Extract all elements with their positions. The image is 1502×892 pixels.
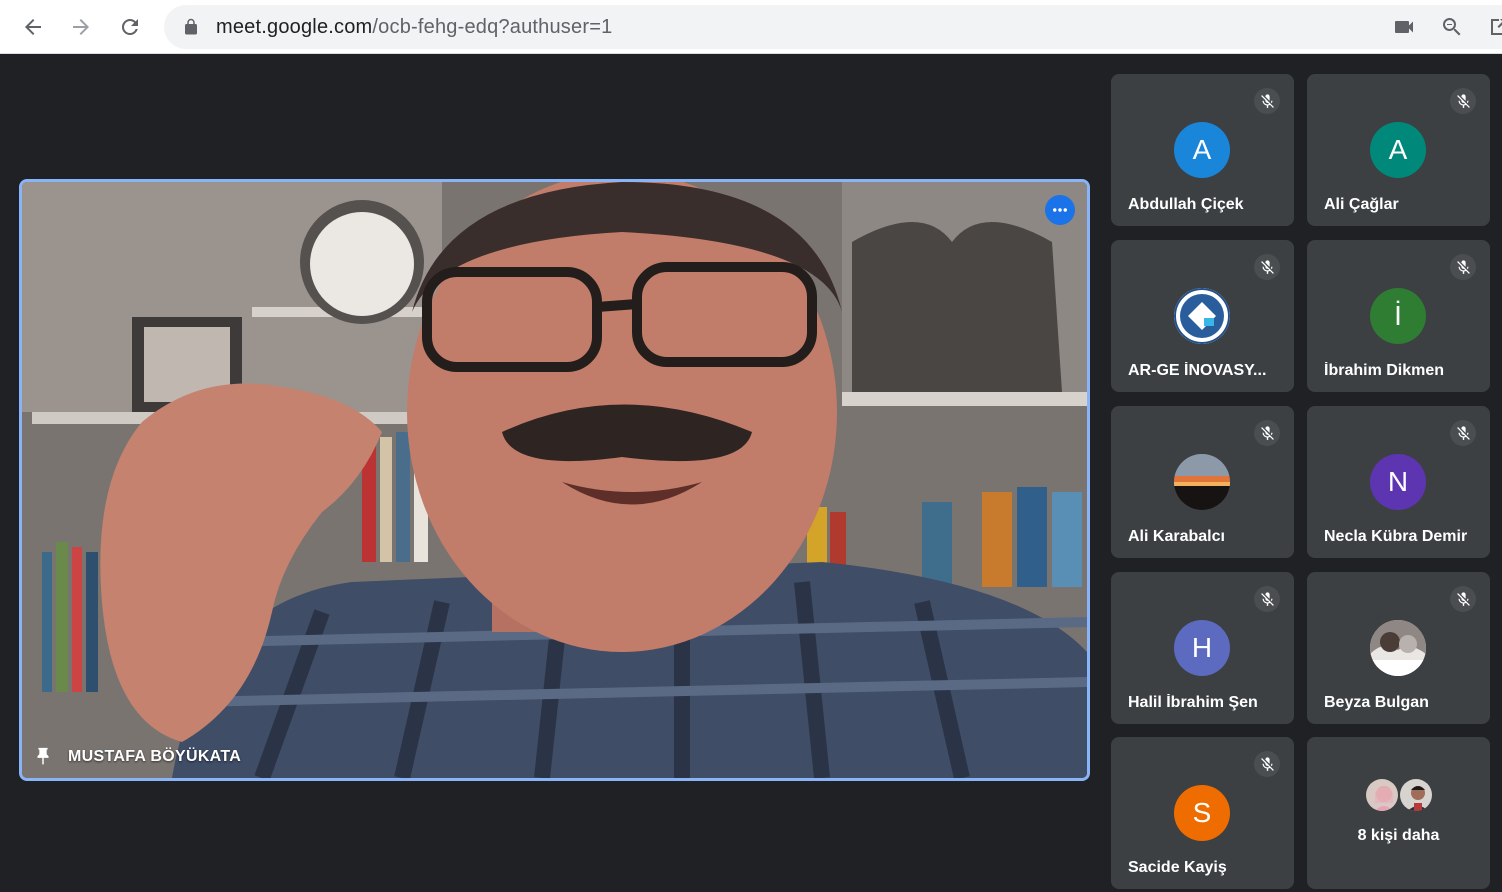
mic-off-icon — [1260, 259, 1274, 274]
mic-off-icon — [1456, 591, 1470, 606]
participant-tile[interactable]: Beyza Bulgan — [1307, 572, 1490, 724]
more-horizontal-icon — [1053, 208, 1067, 212]
arrow-right-icon — [73, 19, 89, 35]
participant-name: Ali Çağlar — [1324, 196, 1399, 213]
avatar: İ — [1370, 288, 1426, 344]
avatar — [1370, 620, 1426, 676]
url-path: /ocb-fehg-edq?authuser=1 — [372, 16, 613, 38]
more-participants-label: 8 kişi daha — [1357, 827, 1440, 844]
avatar: A — [1174, 122, 1230, 178]
more-options-button[interactable] — [1045, 195, 1075, 225]
participant-name: Necla Kübra Demir — [1324, 528, 1468, 545]
mini-avatar-image — [1366, 779, 1398, 811]
arrow-left-icon — [25, 19, 41, 35]
mic-off-icon — [1456, 425, 1470, 440]
forward-button[interactable] — [62, 8, 100, 46]
browser-toolbar: meet.google.com/ocb-fehg-edq?authuser=1 — [0, 0, 1502, 54]
mic-off-indicator — [1450, 88, 1476, 114]
participant-tile[interactable]: H Halil İbrahim Şen — [1111, 572, 1294, 724]
lock-icon — [185, 18, 197, 35]
reload-button[interactable] — [111, 8, 149, 46]
participant-tile[interactable]: A Ali Çağlar — [1307, 74, 1490, 226]
main-speaker-name: MUSTAFA BÖYÜKATA — [68, 748, 242, 765]
mic-off-icon — [1260, 756, 1274, 771]
participant-name: Sacide Kayiş — [1128, 859, 1227, 876]
mic-off-indicator — [1254, 751, 1280, 777]
participant-tile[interactable]: A Abdullah Çiçek — [1111, 74, 1294, 226]
avatar: A — [1370, 122, 1426, 178]
participant-tile[interactable]: İ İbrahim Dikmen — [1307, 240, 1490, 392]
main-speaker-name-tag: MUSTAFA BÖYÜKATA — [32, 746, 241, 768]
share-icon[interactable] — [1486, 15, 1502, 39]
participant-name: Ali Karabalcı — [1128, 528, 1225, 545]
avatar — [1174, 288, 1230, 344]
mini-avatar — [1398, 777, 1434, 813]
more-participants-tile[interactable]: 8 kişi daha — [1307, 737, 1490, 889]
avatar: S — [1174, 785, 1230, 841]
mic-off-icon — [1260, 425, 1274, 440]
address-bar[interactable]: meet.google.com/ocb-fehg-edq?authuser=1 — [164, 5, 1502, 49]
camera-icon[interactable] — [1392, 15, 1416, 39]
mic-off-indicator — [1254, 254, 1280, 280]
mini-avatar-image — [1400, 779, 1432, 811]
participant-tile[interactable]: Ali Karabalcı — [1111, 406, 1294, 558]
mic-off-icon — [1456, 259, 1470, 274]
logo-avatar-image — [1174, 288, 1230, 344]
main-speaker-tile[interactable]: MUSTAFA BÖYÜKATA — [19, 179, 1090, 781]
mic-off-indicator — [1450, 420, 1476, 446]
reload-icon — [121, 18, 138, 35]
url-text[interactable]: meet.google.com/ocb-fehg-edq?authuser=1 — [216, 16, 612, 39]
mic-off-icon — [1260, 93, 1274, 108]
mic-off-indicator — [1254, 586, 1280, 612]
avatar: H — [1174, 620, 1230, 676]
mic-off-indicator — [1450, 586, 1476, 612]
meet-stage: MUSTAFA BÖYÜKATA A Abdullah Çiçek A Ali … — [0, 55, 1502, 892]
mic-off-indicator — [1254, 88, 1280, 114]
mini-avatar — [1364, 777, 1400, 813]
participant-tile[interactable]: AR-GE İNOVASY... — [1111, 240, 1294, 392]
mic-off-indicator — [1450, 254, 1476, 280]
participant-name: AR-GE İNOVASY... — [1128, 362, 1267, 379]
sunset-avatar-image — [1174, 454, 1230, 510]
participant-name: Halil İbrahim Şen — [1128, 694, 1258, 711]
photo-avatar-image — [1370, 620, 1426, 676]
url-host: meet.google.com — [216, 16, 373, 38]
mic-off-indicator — [1254, 420, 1280, 446]
participant-name: Abdullah Çiçek — [1128, 196, 1244, 213]
zoom-icon[interactable] — [1440, 15, 1464, 39]
avatar — [1174, 454, 1230, 510]
participant-name: İbrahim Dikmen — [1324, 362, 1445, 379]
mic-off-icon — [1260, 591, 1274, 606]
pin-icon[interactable] — [32, 746, 54, 768]
mic-off-icon — [1456, 93, 1470, 108]
participant-tile[interactable]: S Sacide Kayiş — [1111, 737, 1294, 889]
participant-tile[interactable]: N Necla Kübra Demir — [1307, 406, 1490, 558]
avatar: N — [1370, 454, 1426, 510]
participant-name: Beyza Bulgan — [1324, 694, 1429, 711]
speaker-video — [22, 182, 1087, 778]
back-button[interactable] — [14, 8, 52, 46]
